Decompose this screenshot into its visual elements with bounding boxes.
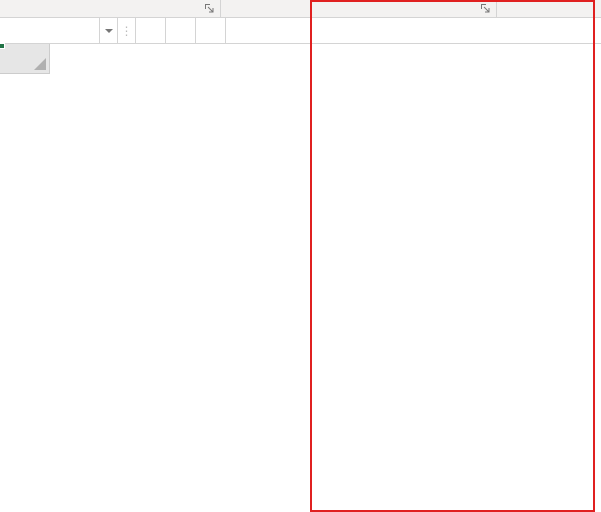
highlight-box [310, 0, 595, 512]
dialog-launcher-icon[interactable] [202, 1, 216, 15]
insert-function-button[interactable] [196, 18, 226, 43]
enter-button[interactable] [166, 18, 196, 43]
select-all-corner[interactable] [0, 44, 50, 74]
dialog-launcher-icon[interactable] [478, 1, 492, 15]
formula-input[interactable] [226, 18, 601, 43]
formula-bar: ⋮ [0, 18, 601, 44]
name-box[interactable] [0, 18, 100, 43]
ribbon-separator [496, 0, 497, 17]
ribbon-group-font [221, 0, 496, 17]
cancel-button[interactable] [136, 18, 166, 43]
ribbon-group-labels [0, 0, 601, 18]
formula-spacer: ⋮ [118, 18, 136, 43]
ribbon-group-clipboard [0, 0, 220, 17]
name-box-dropdown[interactable] [100, 18, 118, 43]
